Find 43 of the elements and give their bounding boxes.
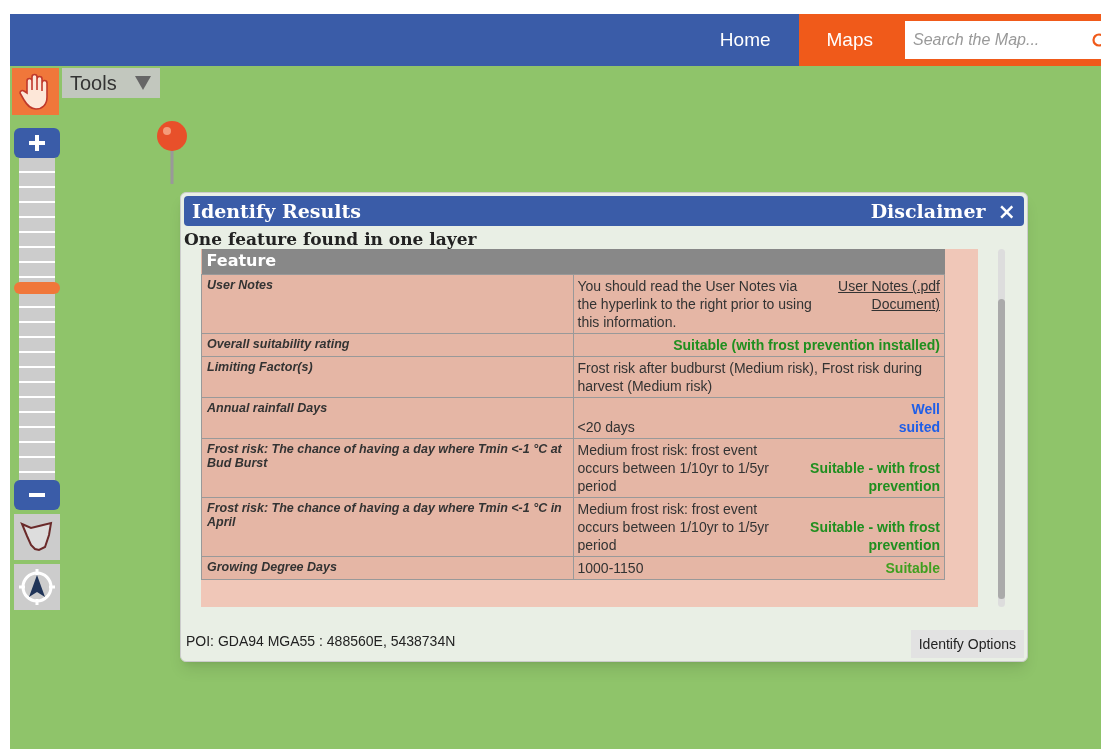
table-cell: Annual rainfall Days bbox=[201, 397, 573, 438]
table-cell: Growing Degree Days bbox=[201, 556, 573, 579]
tools-dropdown[interactable]: Tools bbox=[62, 68, 160, 98]
table-cell: Frost risk: The chance of having a day where Tmin <-1 °C at Bud Burst bbox=[201, 438, 573, 497]
suitability-rating: Suitable - with frost prevention bbox=[809, 517, 940, 554]
pan-hand-button[interactable] bbox=[12, 68, 59, 115]
search-icon bbox=[1091, 33, 1101, 47]
cell-value: <20 days bbox=[577, 417, 636, 436]
north-arrow-button[interactable] bbox=[14, 564, 60, 610]
table-cell: User Notes bbox=[201, 274, 573, 333]
suitability-rating: Suitable (with frost prevention installed) bbox=[673, 335, 940, 354]
cell-value: Medium frost risk: frost event occurs between 1/10yr to 1/5yr period bbox=[577, 499, 770, 554]
nav-tab[interactable]: Home bbox=[691, 14, 799, 66]
zoom-slider-thumb[interactable] bbox=[14, 282, 60, 294]
cell-value: You should read the User Notes via the hyperlink to the right prior to using this information. bbox=[577, 276, 813, 331]
suitability-rating: Well suited bbox=[897, 399, 940, 436]
poi-coordinates: POI: GDA94 MGA55 : 488560E, 5438734N bbox=[186, 632, 456, 651]
plus-icon bbox=[27, 133, 47, 153]
results-summary: One feature found in one layer bbox=[184, 229, 478, 249]
nav-tab[interactable]: Maps bbox=[798, 14, 901, 66]
identify-options-button[interactable]: Identify Options bbox=[910, 630, 1024, 658]
table-cell: Limiting Factor(s) bbox=[201, 356, 573, 397]
cell-value: 1000-1150 bbox=[577, 558, 645, 577]
suitability-rating: Suitable - with frost prevention bbox=[809, 458, 940, 495]
compass-icon bbox=[17, 567, 57, 607]
cell-value: Medium frost risk: frost event occurs between 1/10yr to 1/5yr period bbox=[577, 440, 770, 495]
minus-icon bbox=[27, 492, 47, 498]
zoom-out-button[interactable] bbox=[14, 480, 60, 510]
disclaimer-link[interactable]: Disclaimer bbox=[870, 196, 986, 226]
zoom-in-button[interactable] bbox=[14, 128, 60, 158]
search-field[interactable]: Search the Map... bbox=[905, 21, 1101, 59]
table-cell: Frost risk: The chance of having a day where Tmin <-1 °C in April bbox=[201, 497, 573, 556]
table-cell: Overall suitability rating bbox=[201, 333, 573, 356]
user-notes-link[interactable]: User Notes (.pdf Document) bbox=[828, 276, 940, 313]
suitability-rating: Suitable bbox=[885, 558, 940, 577]
cell-value: Frost risk after budburst (Medium risk), Frost risk during harvest (Medium risk) bbox=[577, 358, 924, 395]
close-button[interactable]: × bbox=[997, 200, 1016, 222]
table-heading: Feature bbox=[201, 249, 945, 274]
dialog-title: Identify Results bbox=[192, 198, 362, 224]
full-extent-button[interactable] bbox=[14, 514, 60, 560]
zoom-slider[interactable] bbox=[14, 158, 60, 480]
dropdown-caret-icon bbox=[134, 75, 152, 91]
scrollbar[interactable] bbox=[998, 249, 1005, 607]
